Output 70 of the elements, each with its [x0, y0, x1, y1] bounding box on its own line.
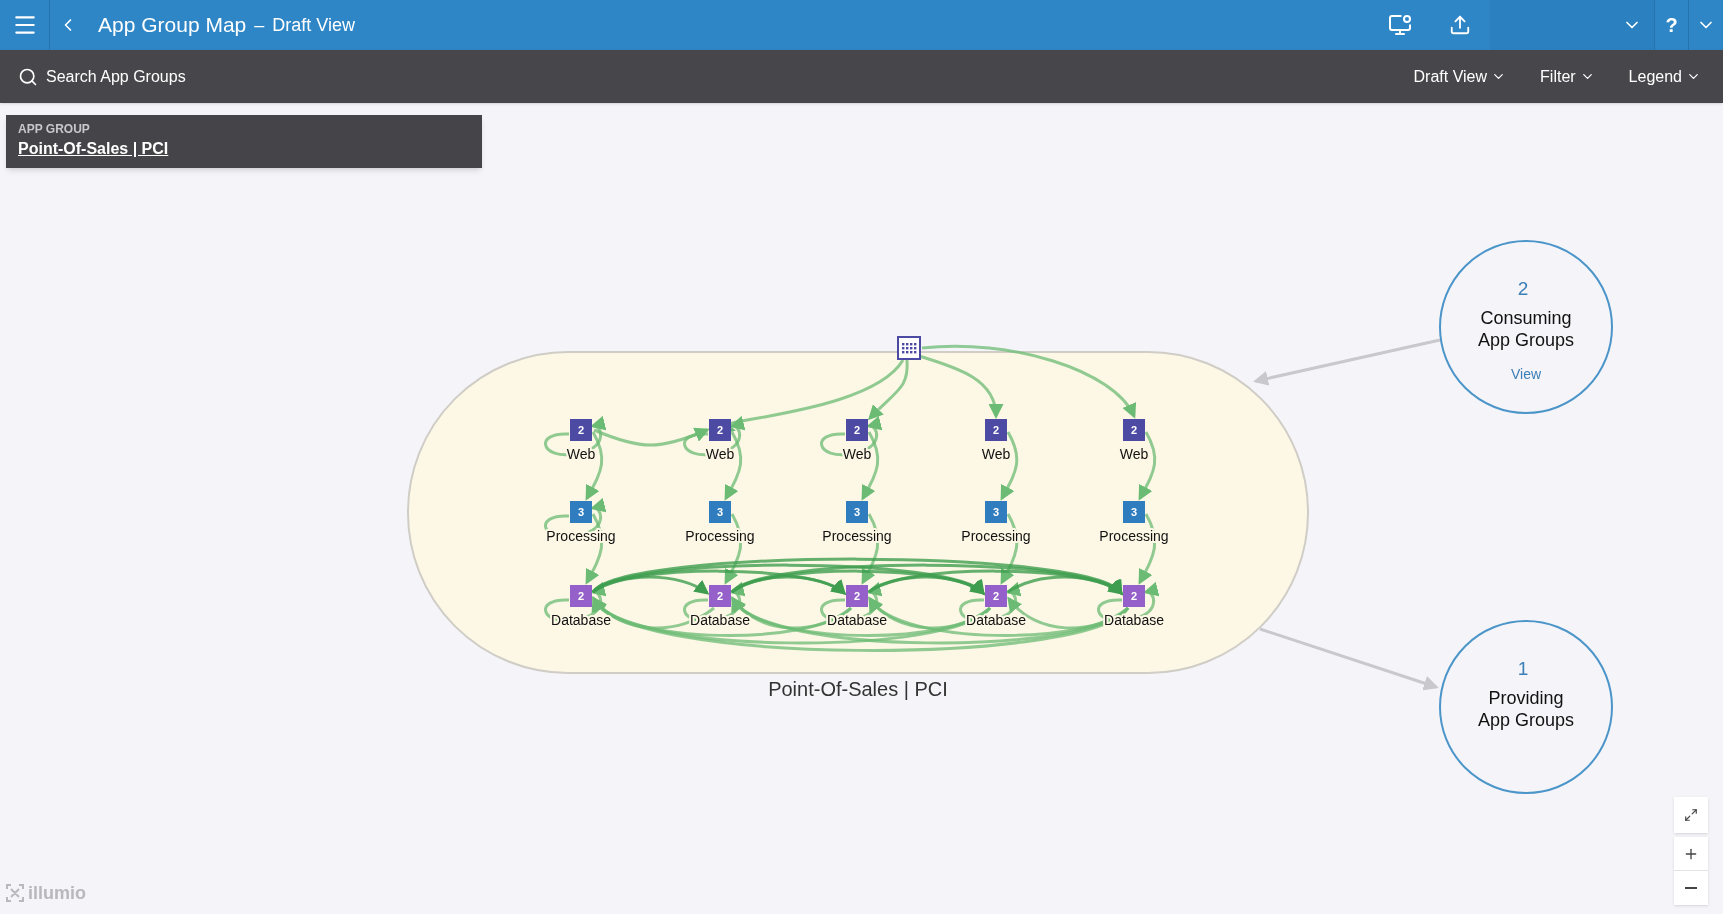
upload-icon — [1449, 14, 1471, 36]
node-count: 2 — [992, 424, 1000, 436]
expand-icon — [1684, 808, 1698, 822]
group-count: 2 — [1517, 278, 1529, 299]
tier-node[interactable] — [709, 501, 731, 523]
search-icon — [18, 66, 38, 87]
fullscreen-button[interactable] — [1674, 797, 1708, 833]
tier-node[interactable] — [985, 501, 1007, 523]
node-label: Processing — [1099, 528, 1169, 544]
tier-node[interactable] — [570, 419, 592, 441]
node-count: 2 — [1130, 424, 1138, 436]
tier-node[interactable] — [1123, 585, 1145, 607]
node-count: 2 — [853, 590, 861, 602]
node-count: 3 — [992, 506, 1000, 518]
node-count: 3 — [1130, 506, 1138, 518]
node-label: Processing — [961, 528, 1031, 544]
node-label: Web — [981, 446, 1011, 462]
app-group-link[interactable]: Point-Of-Sales | PCI — [18, 139, 169, 159]
node-count: 3 — [716, 506, 724, 518]
summary-circle[interactable] — [1439, 240, 1613, 414]
node-label: Database — [690, 612, 750, 628]
node-count: 3 — [577, 506, 585, 518]
node-count: 2 — [1130, 590, 1138, 602]
dropdown-menu[interactable]: Legend — [1628, 64, 1701, 89]
tier-node[interactable] — [570, 585, 592, 607]
node-count: 2 — [577, 590, 585, 602]
node-count: 2 — [853, 424, 861, 436]
logo-icon — [6, 884, 24, 902]
tier-node[interactable] — [1123, 419, 1145, 441]
summary-circle[interactable] — [1439, 620, 1613, 794]
node-label: Processing — [822, 528, 892, 544]
node-label: Web — [842, 446, 872, 462]
view-link[interactable]: View — [1510, 366, 1542, 382]
node-count: 3 — [853, 506, 861, 518]
node-label: Processing — [685, 528, 755, 544]
tier-node[interactable] — [846, 419, 868, 441]
circle-label: Consuming App Groups — [1477, 308, 1575, 350]
node-label: Database — [966, 612, 1026, 628]
card-heading: APP GROUP — [18, 123, 91, 135]
tier-node[interactable] — [709, 585, 731, 607]
search-field[interactable]: Search App Groups — [46, 64, 286, 89]
dropdown-menu[interactable]: Draft View — [1413, 64, 1507, 89]
tier-node[interactable] — [985, 419, 1007, 441]
node-label: Database — [827, 612, 887, 628]
tier-node[interactable] — [570, 501, 592, 523]
dropdown-menu[interactable]: Filter — [1540, 64, 1595, 89]
node-label: Database — [551, 612, 611, 628]
node-count: 2 — [577, 424, 585, 436]
tier-node[interactable] — [1123, 501, 1145, 523]
group-label: Point-Of-Sales | PCI — [768, 678, 948, 700]
title-separator: – — [254, 13, 265, 37]
node-count: 2 — [716, 590, 724, 602]
tier-node[interactable] — [846, 501, 868, 523]
node-count: 2 — [992, 590, 1000, 602]
tier-node[interactable] — [985, 585, 1007, 607]
tier-node[interactable] — [709, 419, 731, 441]
node-label: Web — [705, 446, 735, 462]
tier-node[interactable] — [846, 585, 868, 607]
node-label: Processing — [546, 528, 616, 544]
group-count: 1 — [1517, 658, 1529, 679]
monitor-icon — [1388, 13, 1412, 37]
minus-icon — [1685, 887, 1697, 889]
node-label: Web — [566, 446, 596, 462]
circle-label: Providing App Groups — [1477, 688, 1575, 730]
grid-icon[interactable] — [897, 336, 921, 360]
node-label: Web — [1119, 446, 1149, 462]
page-title: App Group Map — [98, 12, 247, 39]
page-subtitle: Draft View — [272, 13, 355, 37]
brand-name: illumio — [28, 884, 86, 902]
node-count: 2 — [716, 424, 724, 436]
